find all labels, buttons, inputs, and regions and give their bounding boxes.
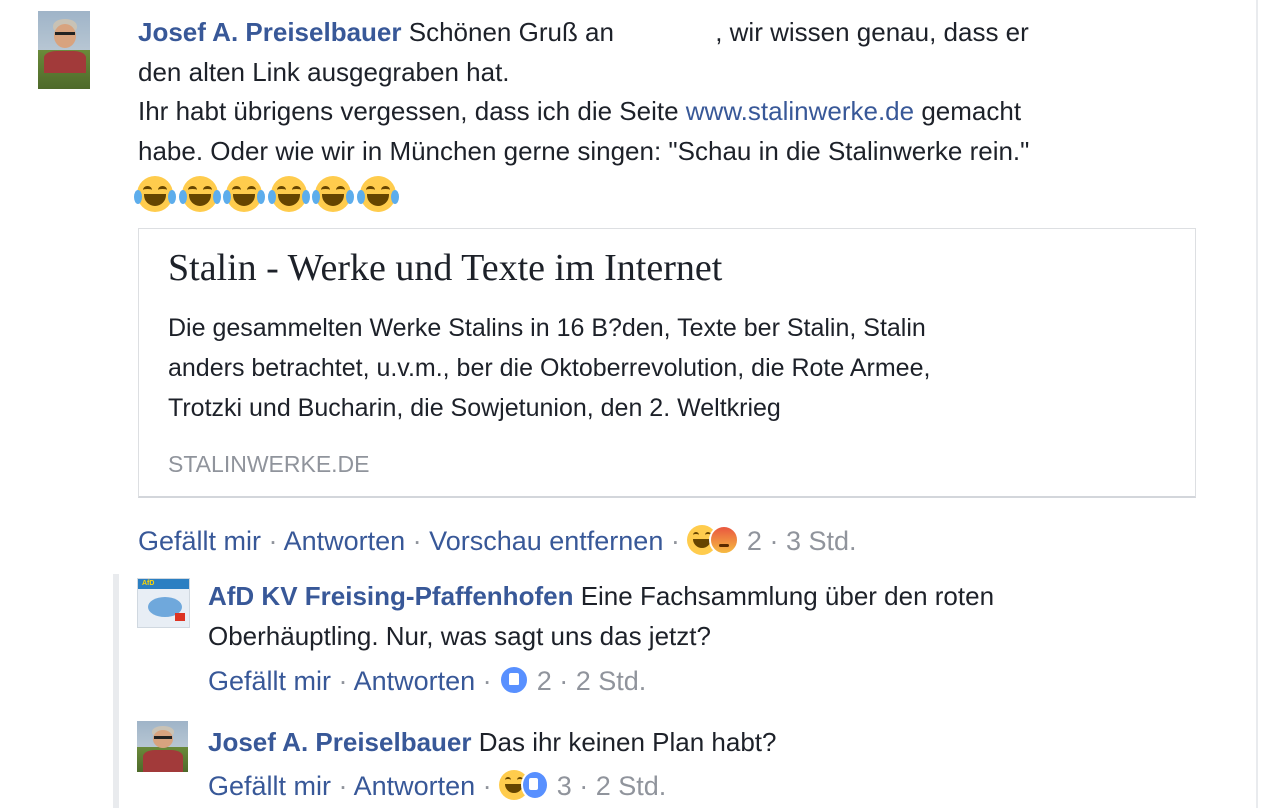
reply-link[interactable]: Antworten	[354, 771, 476, 801]
comment-line-1: Josef A. Preiselbauer Schönen Gruß an , …	[138, 13, 1029, 51]
link-preview-description: Trotzki und Bucharin, die Sowjetunion, d…	[168, 394, 781, 422]
reply-thread-line	[113, 574, 119, 808]
avatar[interactable]	[38, 11, 90, 89]
comment-line-2: den alten Link ausgegraben hat.	[138, 57, 510, 87]
reply-line-1: AfD KV Freising-Pfaffenhofen Eine Fachsa…	[208, 577, 994, 615]
angry-reaction-icon	[709, 525, 740, 555]
avatar-glasses	[154, 736, 172, 739]
face-with-tears-of-joy-icon	[223, 176, 265, 212]
timestamp[interactable]: 2 Std.	[596, 771, 667, 801]
reply-actions: Gefällt mir · Antworten · 2 · 2 Std.	[208, 663, 646, 699]
reactions[interactable]	[687, 525, 740, 556]
reply-link[interactable]: Antworten	[354, 666, 476, 696]
link-preview-domain: STALINWERKE.DE	[168, 451, 370, 477]
like-link[interactable]: Gefällt mir	[208, 666, 331, 696]
comment-link[interactable]: www.stalinwerke.de	[686, 96, 914, 126]
link-preview-title[interactable]: Stalin - Werke und Texte im Internet	[168, 244, 722, 292]
comment-actions: Gefällt mir · Antworten · Vorschau entfe…	[138, 523, 857, 559]
emoji-row	[134, 176, 404, 214]
reply-link[interactable]: Antworten	[284, 526, 406, 556]
separator: ·	[268, 526, 278, 556]
separator: ·	[769, 526, 779, 556]
timestamp[interactable]: 3 Std.	[786, 526, 857, 556]
like-reaction-icon[interactable]	[499, 665, 530, 695]
separator: ·	[482, 771, 492, 801]
reply-text: Eine Fachsammlung über den roten	[580, 581, 995, 611]
separator: ·	[559, 666, 569, 696]
face-with-tears-of-joy-icon	[312, 176, 354, 212]
comment-text: Ihr habt übrigens vergessen, dass ich di…	[138, 96, 679, 126]
avatar-face	[153, 730, 173, 748]
reply-actions: Gefällt mir · Antworten · 3 · 2 Std.	[208, 768, 666, 804]
face-with-tears-of-joy-icon	[267, 176, 310, 212]
separator: ·	[338, 771, 348, 801]
reaction-count[interactable]: 2	[537, 666, 552, 696]
reply-author[interactable]: Josef A. Preiselbauer	[208, 727, 472, 757]
reaction-count[interactable]: 2	[747, 526, 762, 556]
reply-author[interactable]: AfD KV Freising-Pfaffenhofen	[208, 581, 573, 611]
link-preview-description: anders betrachtet, u.v.m., ber die Oktob…	[168, 354, 931, 382]
avatar-shirt	[44, 51, 86, 73]
reply-line-2: Oberhäuptling. Nur, was sagt uns das jet…	[208, 621, 711, 651]
comment-line-3: Ihr habt übrigens vergessen, dass ich di…	[138, 92, 1021, 130]
reply-text: Das ihr keinen Plan habt?	[478, 727, 777, 757]
like-reaction-icon	[521, 770, 550, 800]
right-edge-divider	[1256, 0, 1258, 808]
comment-author[interactable]: Josef A. Preiselbauer	[138, 17, 402, 47]
separator: ·	[579, 771, 589, 801]
comment-text: Schönen Gruß an	[408, 17, 614, 47]
avatar[interactable]: AfD	[137, 578, 190, 628]
face-with-tears-of-joy-icon	[134, 176, 176, 212]
separator: ·	[670, 526, 680, 556]
avatar[interactable]	[137, 721, 188, 772]
like-link[interactable]: Gefällt mir	[208, 771, 331, 801]
reply-line-1: Josef A. Preiselbauer Das ihr keinen Pla…	[208, 723, 776, 761]
redacted-name	[621, 21, 716, 48]
avatar-face	[54, 24, 76, 48]
reaction-count[interactable]: 3	[557, 771, 572, 801]
avatar-banner: AfD	[138, 579, 189, 589]
reactions[interactable]	[499, 770, 550, 801]
face-with-tears-of-joy-icon	[178, 176, 221, 212]
comment-line-4: habe. Oder wie wir in München gerne sing…	[138, 136, 1030, 166]
comment-text: , wir wissen genau, dass er	[715, 17, 1029, 47]
link-preview-description: Die gesammelten Werke Stalins in 16 B?de…	[168, 314, 926, 342]
remove-preview-link[interactable]: Vorschau entfernen	[429, 526, 663, 556]
separator: ·	[338, 666, 348, 696]
avatar-flag	[175, 613, 185, 621]
comment-text: gemacht	[921, 96, 1022, 126]
avatar-glasses	[55, 32, 75, 35]
like-link[interactable]: Gefällt mir	[138, 526, 261, 556]
separator: ·	[482, 666, 492, 696]
avatar-text: AfD	[142, 580, 155, 587]
timestamp[interactable]: 2 Std.	[576, 666, 647, 696]
avatar-shirt	[143, 750, 183, 772]
face-with-tears-of-joy-icon	[356, 176, 399, 212]
separator: ·	[412, 526, 422, 556]
